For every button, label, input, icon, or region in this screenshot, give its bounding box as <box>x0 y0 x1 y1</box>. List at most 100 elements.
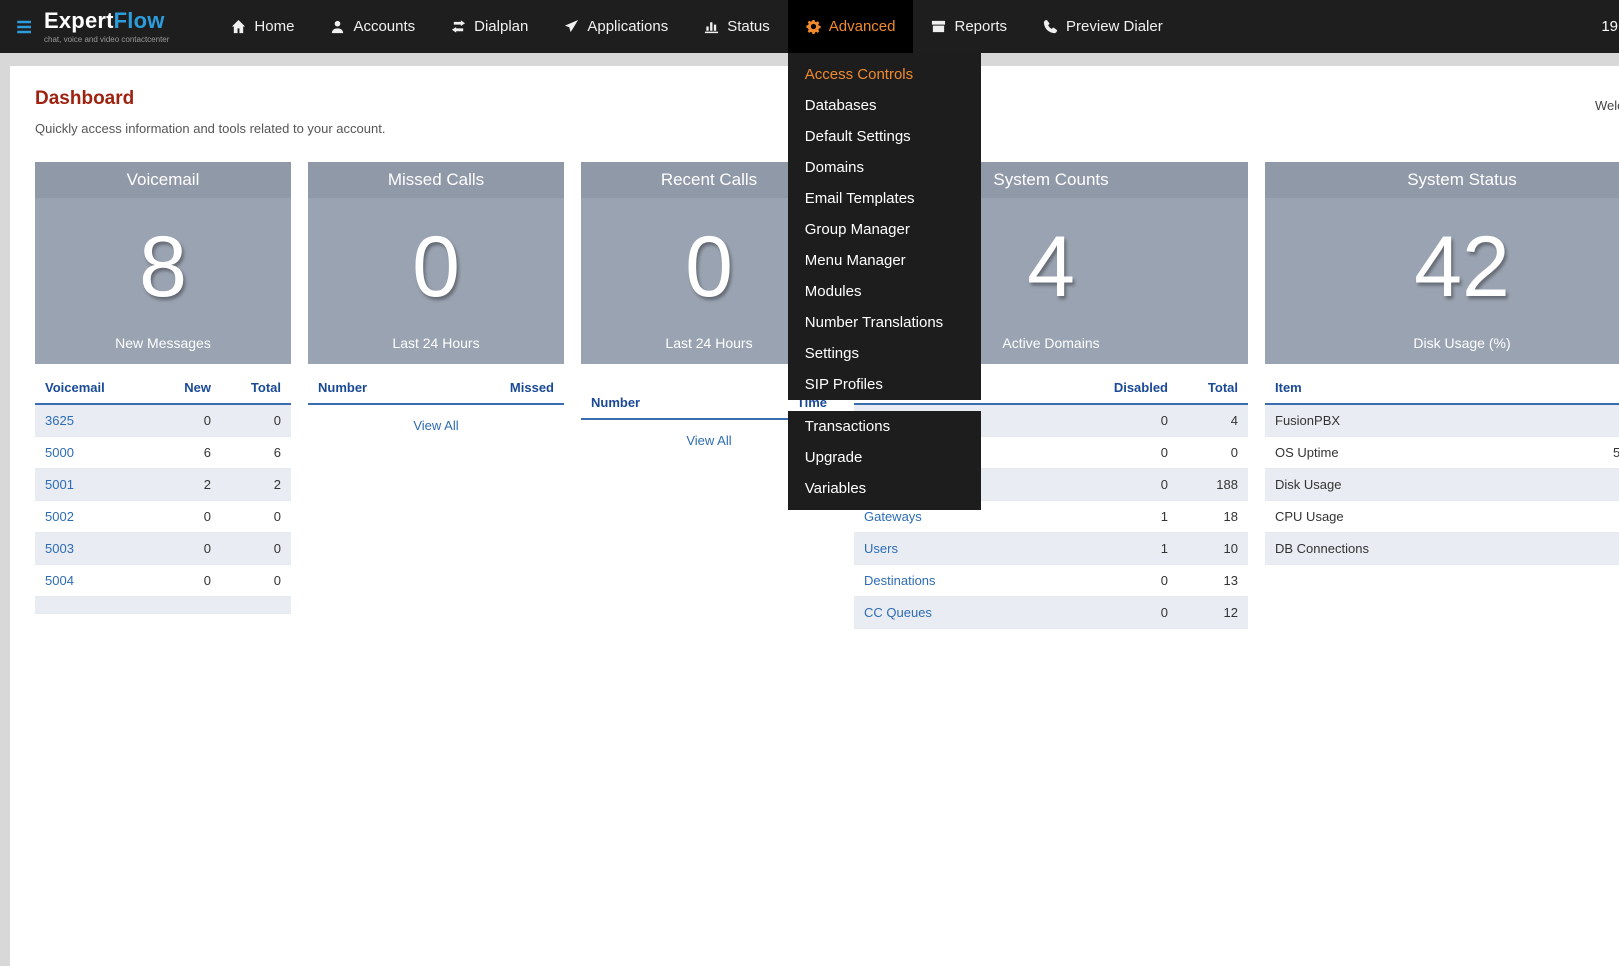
dropdown-item-access-controls[interactable]: Access Controls <box>788 59 981 90</box>
nav-item-status[interactable]: Status <box>686 0 788 53</box>
nav-item-label: Status <box>727 18 770 35</box>
card-table: ItemFusionPBXOS Uptime50Disk UsageCPU Us… <box>1265 372 1619 565</box>
table-row: OS Uptime50 <box>1265 437 1619 469</box>
cell: 0 <box>1088 437 1178 469</box>
column-header: Total <box>1178 372 1248 404</box>
row-link[interactable]: Users <box>864 541 898 556</box>
cell: 5001 <box>35 469 157 501</box>
nav-item-preview-dialer[interactable]: Preview Dialer <box>1025 0 1181 53</box>
dropdown-item-settings[interactable]: Settings <box>788 338 981 369</box>
dropdown-item-upgrade[interactable]: Upgrade <box>788 442 981 473</box>
cell: 0 <box>1088 597 1178 629</box>
card-summary: 42Disk Usage (%) <box>1265 198 1619 364</box>
row-link[interactable]: Gateways <box>864 509 922 524</box>
table-row <box>35 597 291 614</box>
row-link[interactable]: 5000 <box>45 445 74 460</box>
cell: 1 <box>1088 533 1178 565</box>
dropdown-item-domains[interactable]: Domains <box>788 152 981 183</box>
gear-icon <box>806 19 821 34</box>
dropdown-item-default-settings[interactable]: Default Settings <box>788 121 981 152</box>
card-big-number: 42 <box>1414 198 1510 335</box>
brand-logo[interactable]: ExpertFlow chat, voice and video contact… <box>0 0 183 53</box>
cell: 2 <box>221 469 291 501</box>
welcome-text: Welcome <box>1595 98 1619 113</box>
card-table: VoicemailNewTotal36250050006650012250020… <box>35 372 291 614</box>
column-header: Number <box>308 372 474 404</box>
table-header-row: VoicemailNewTotal <box>35 372 291 404</box>
cell: 6 <box>221 437 291 469</box>
nav-item-home[interactable]: Home <box>213 0 312 53</box>
cell: OS Uptime <box>1265 437 1603 469</box>
brand-part2: Flow <box>114 8 165 33</box>
nav-item-applications[interactable]: Applications <box>546 0 686 53</box>
dropdown-item-number-translations[interactable]: Number Translations <box>788 307 981 338</box>
nav-item-label: Accounts <box>353 18 415 35</box>
dropdown-item-transactions[interactable]: Transactions <box>788 411 981 442</box>
nav-item-dialplan[interactable]: Dialplan <box>433 0 546 53</box>
cell: 0 <box>157 404 221 437</box>
cell <box>1603 501 1619 533</box>
cell: CPU Usage <box>1265 501 1603 533</box>
cell: 0 <box>1088 469 1178 501</box>
nav-item-reports[interactable]: Reports <box>913 0 1025 53</box>
cell: 12 <box>1178 597 1248 629</box>
card-big-label: Last 24 Hours <box>665 335 752 364</box>
cell: 0 <box>221 565 291 597</box>
nav-item-label: Preview Dialer <box>1066 18 1163 35</box>
card-big-number: 4 <box>1027 198 1075 335</box>
main-nav: Home Accounts DialplanApplications Status Ad… <box>213 0 1180 53</box>
dropdown-item-group-manager[interactable]: Group Manager <box>788 214 981 245</box>
cell: 0 <box>221 501 291 533</box>
dropdown-item-databases[interactable]: Databases <box>788 90 981 121</box>
cell: 13 <box>1178 565 1248 597</box>
table-row: 500200 <box>35 501 291 533</box>
view-all-link[interactable]: View All <box>308 418 564 433</box>
menu-lines-icon <box>16 17 36 37</box>
dropdown-item-email-templates[interactable]: Email Templates <box>788 183 981 214</box>
row-link[interactable]: 5004 <box>45 573 74 588</box>
table-row: CC Queues 012 <box>854 597 1248 629</box>
nav-item-advanced[interactable]: AdvancedAccess ControlsDatabasesDefault … <box>788 0 914 53</box>
dropdown-item-variables[interactable]: Variables <box>788 473 981 504</box>
column-header: Item <box>1265 372 1603 404</box>
brand-text: ExpertFlow chat, voice and video contact… <box>44 10 169 44</box>
card-summary: 8New Messages <box>35 198 291 364</box>
bar-chart-icon <box>704 19 719 34</box>
card-big-number: 8 <box>139 198 187 335</box>
row-link[interactable]: 3625 <box>45 413 74 428</box>
user-icon <box>330 19 345 34</box>
cell: 5002 <box>35 501 157 533</box>
cell: 0 <box>1088 565 1178 597</box>
dropdown-item-modules[interactable]: Modules <box>788 276 981 307</box>
row-link[interactable]: Destinations <box>864 573 936 588</box>
clock-text: 19 <box>1601 0 1619 53</box>
card-title: Missed Calls <box>308 162 564 198</box>
cell: 0 <box>221 404 291 437</box>
row-link[interactable]: 5001 <box>45 477 74 492</box>
transfer-arrows-icon <box>451 19 466 34</box>
column-header: Disabled <box>1088 372 1178 404</box>
card-big-label: Last 24 Hours <box>392 335 479 364</box>
table-row: CPU Usage <box>1265 501 1619 533</box>
dropdown-item-menu-manager[interactable]: Menu Manager <box>788 245 981 276</box>
card-big-label: Disk Usage (%) <box>1413 335 1510 364</box>
brand-part1: Expert <box>44 8 114 33</box>
nav-item-accounts[interactable]: Accounts <box>312 0 433 53</box>
card-table: NumberMissed <box>308 372 564 405</box>
cell: 5000 <box>35 437 157 469</box>
column-header: New <box>157 372 221 404</box>
cell: 50 <box>1603 437 1619 469</box>
row-link[interactable]: CC Queues <box>864 605 932 620</box>
card-summary: 0Last 24 Hours <box>308 198 564 364</box>
row-link[interactable]: 5002 <box>45 509 74 524</box>
cell <box>35 597 157 614</box>
cell: Users <box>854 533 1088 565</box>
cell: 6 <box>157 437 221 469</box>
dropdown-item-sip-profiles[interactable]: SIP Profiles <box>788 369 981 400</box>
nav-item-label: Reports <box>954 18 1007 35</box>
row-link[interactable]: 5003 <box>45 541 74 556</box>
table-header-row: NumberMissed <box>308 372 564 404</box>
cell: 188 <box>1178 469 1248 501</box>
column-header: Total <box>221 372 291 404</box>
card-big-label: New Messages <box>115 335 211 364</box>
